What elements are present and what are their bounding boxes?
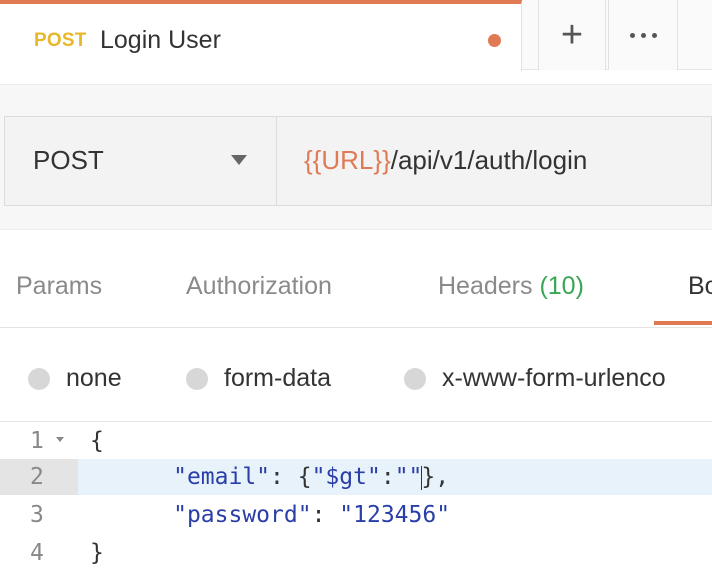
fold-caret-icon[interactable] xyxy=(56,437,64,442)
url-path: /api/v1/auth/login xyxy=(390,145,588,175)
tab-params[interactable]: Params xyxy=(16,272,102,301)
radio-urlencoded[interactable]: x-www-form-urlenco xyxy=(404,364,666,393)
radio-circle-icon xyxy=(28,367,50,390)
radio-form-data[interactable]: form-data xyxy=(186,364,331,393)
more-dot-icon xyxy=(640,32,646,38)
body-type-options: none form-data x-www-form-urlenco xyxy=(0,330,712,422)
tab-authorization[interactable]: Authorization xyxy=(186,272,332,301)
json-key: "password" xyxy=(173,502,312,528)
line-number: 3 xyxy=(30,502,44,528)
method-label: POST xyxy=(33,145,104,175)
url-input[interactable]: {{URL}}/api/v1/auth/login xyxy=(276,116,712,206)
plus-icon: + xyxy=(560,13,584,56)
tab-bar: POST Login User + xyxy=(0,0,712,71)
tab-body[interactable]: Bo xyxy=(688,272,712,301)
line-number: 2 xyxy=(0,459,78,495)
radio-form-data-label: form-data xyxy=(224,364,331,392)
url-variable: {{URL}} xyxy=(304,145,391,175)
code-text: } xyxy=(90,540,104,566)
unsaved-dot-icon xyxy=(488,34,501,47)
url-text: {{URL}}/api/v1/auth/login xyxy=(304,145,587,176)
tab-headers[interactable]: Headers (10) xyxy=(438,272,584,301)
chevron-down-icon xyxy=(231,155,247,165)
code-line: 4 } xyxy=(0,535,712,571)
radio-none-label: none xyxy=(66,364,122,392)
json-string: "123456" xyxy=(339,502,451,528)
json-punct: : { xyxy=(270,464,312,490)
headers-count-badge: (10) xyxy=(539,272,584,300)
body-code-editor[interactable]: 1 { 2 "email": {"$gt":""}, 3 "password":… xyxy=(0,422,712,582)
request-tab[interactable]: POST Login User xyxy=(0,0,522,71)
json-string: "" xyxy=(394,464,423,490)
radio-urlencoded-label: x-www-form-urlenco xyxy=(442,364,666,392)
code-text: "password": "123456" xyxy=(90,497,450,533)
more-dot-icon xyxy=(629,32,635,38)
json-key: "email" xyxy=(173,464,271,490)
line-number: 4 xyxy=(30,540,44,566)
active-tab-indicator xyxy=(654,321,712,325)
code-line: 3 "password": "123456" xyxy=(0,497,712,533)
code-line-active: 2 "email": {"$gt":""}, xyxy=(0,459,712,495)
tab-headers-label: Headers xyxy=(438,272,533,300)
radio-none[interactable]: none xyxy=(28,364,122,393)
code-text: { xyxy=(90,428,104,454)
radio-circle-icon xyxy=(186,367,208,390)
method-select[interactable]: POST xyxy=(4,116,276,206)
json-punct: : xyxy=(380,464,395,490)
json-punct: : xyxy=(311,502,340,528)
radio-circle-icon xyxy=(404,367,426,390)
code-line: 1 { xyxy=(0,423,712,459)
request-tabs: Params Authorization Headers (10) Bo xyxy=(0,230,712,328)
more-dot-icon xyxy=(651,32,657,38)
json-key: "$gt" xyxy=(311,464,381,490)
new-tab-button[interactable]: + xyxy=(538,0,606,70)
more-tabs-button[interactable] xyxy=(608,0,678,70)
tab-method-badge: POST xyxy=(34,30,87,51)
line-number: 1 xyxy=(30,428,44,454)
tab-title: Login User xyxy=(100,26,221,54)
code-text: "email": {"$gt":""}, xyxy=(90,459,449,495)
json-punct: }, xyxy=(421,464,450,490)
